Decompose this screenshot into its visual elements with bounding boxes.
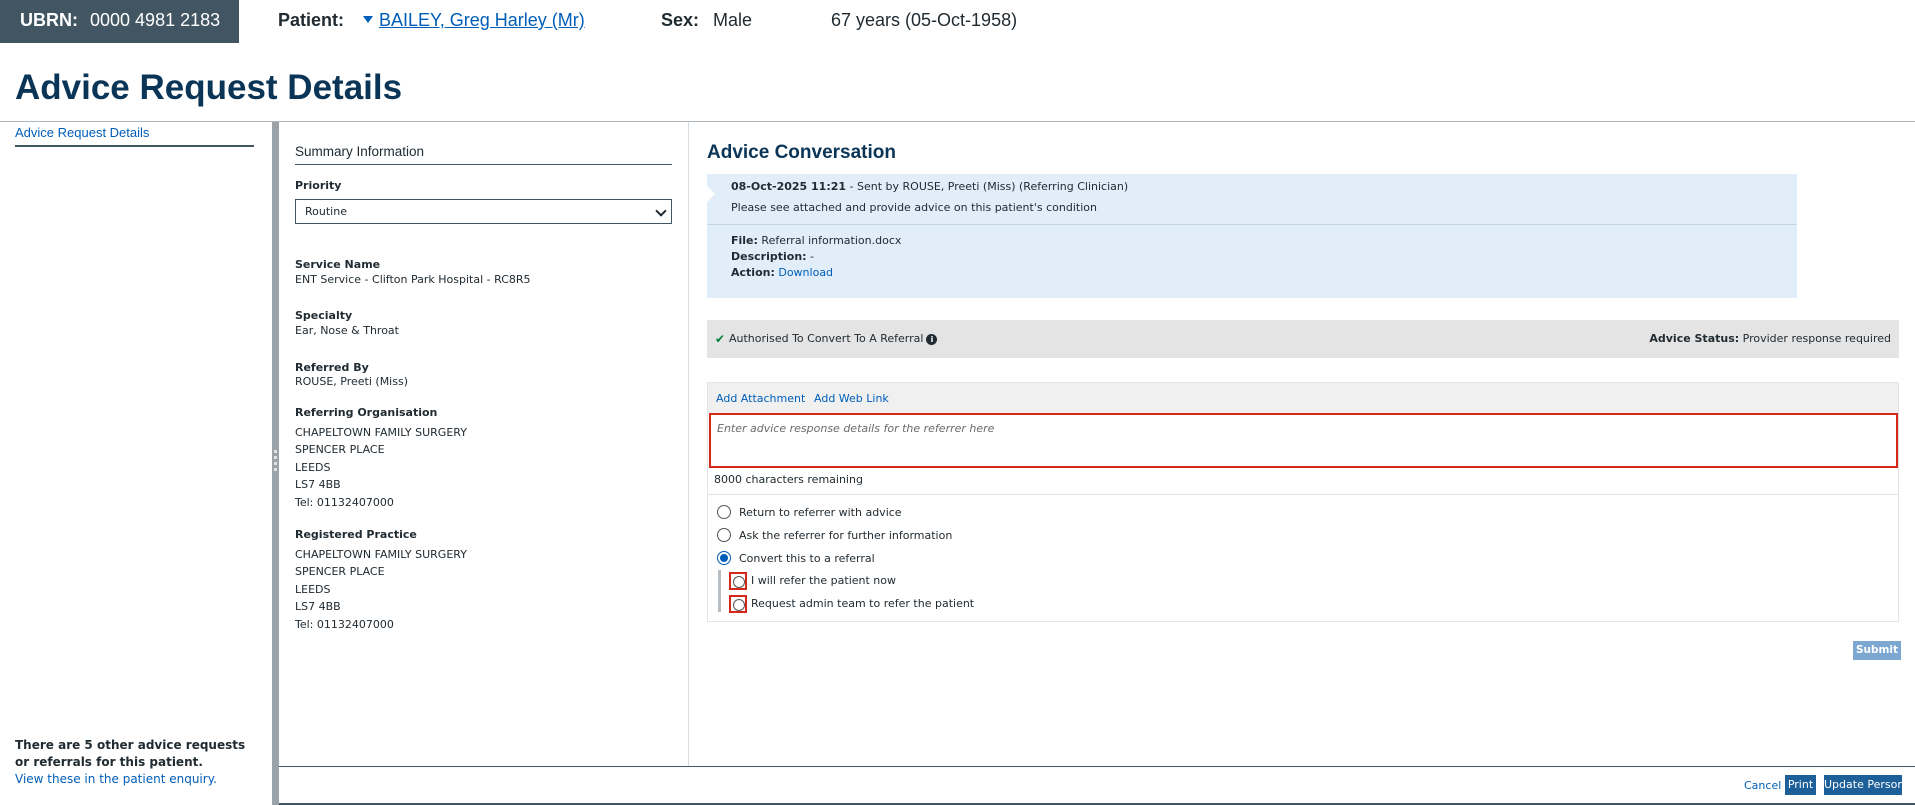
add-web-link[interactable]: Add Web Link [814, 392, 889, 405]
attachment-file: File: Referral information.docx [731, 234, 902, 247]
radio-button[interactable] [733, 576, 745, 588]
radio-button-selected[interactable] [717, 551, 731, 565]
service-name-value: ENT Service - Clifton Park Hospital - RC… [295, 273, 531, 286]
other-requests-text: There are 5 other advice requests or ref… [15, 738, 246, 769]
info-icon[interactable]: i [926, 333, 938, 345]
patient-banner: UBRN: 0000 4981 2183 Patient: BAILEY, Gre… [0, 0, 1915, 43]
nav-divider [15, 145, 254, 147]
chevron-down-icon [655, 205, 667, 217]
sex-label: Sex: [661, 10, 700, 30]
download-link[interactable]: Download [778, 266, 833, 279]
options-divider [708, 494, 1898, 495]
cancel-link[interactable]: Cancel [1744, 779, 1781, 792]
radio-error-outline[interactable] [729, 572, 747, 590]
patient-label: Patient: [278, 10, 345, 30]
advice-status: Advice Status: Provider response require… [1649, 332, 1891, 345]
add-attachment-link[interactable]: Add Attachment [716, 392, 805, 405]
ubrn-value: 0000 4981 2183 [90, 10, 221, 30]
submit-button[interactable]: Submit [1853, 641, 1901, 660]
referring-org-line: CHAPELTOWN FAMILY SURGERY [295, 426, 467, 439]
sub-option-indent-bar [718, 570, 721, 612]
footer-divider [279, 766, 1915, 767]
priority-label: Priority [295, 179, 342, 192]
radio-button[interactable] [717, 528, 731, 542]
summary-title: Summary Information [295, 144, 425, 159]
conversation-panel: Advice Conversation 08-Oct-2025 11:21 - … [690, 122, 1915, 766]
splitter-grip-icon[interactable] [274, 450, 277, 474]
specialty-label: Specialty [295, 309, 353, 322]
attachment-action: Action: Download [731, 266, 834, 279]
ubrn-label: UBRN: [20, 10, 78, 30]
summary-panel: Summary Information Priority Routine Ser… [279, 122, 689, 766]
bubble-pointer-icon [707, 186, 715, 202]
response-form: Add Attachment Add Web Link Enter advice… [707, 382, 1899, 622]
service-name-label: Service Name [295, 258, 381, 271]
radio-error-outline[interactable] [729, 595, 747, 613]
authorised-status: Authorised To Convert To A Referral i [729, 332, 938, 345]
patient-enquiry-link[interactable]: View these in the patient enquiry. [15, 772, 217, 786]
print-button[interactable]: Print [1785, 775, 1816, 795]
radio-button[interactable] [717, 505, 731, 519]
attachment-description: Description: - [731, 250, 815, 263]
status-bar: ✔ Authorised To Convert To A Referral i A… [707, 320, 1899, 358]
characters-remaining: 8000 characters remaining [714, 473, 863, 486]
page-title: Advice Request Details [15, 68, 403, 107]
patient-age: 67 years (05-Oct-1958) [831, 10, 1018, 30]
registered-practice-line: CHAPELTOWN FAMILY SURGERY [295, 548, 467, 561]
message-timestamp: 08-Oct-2025 11:21 [731, 180, 847, 193]
radio-button[interactable] [733, 599, 745, 611]
update-person-button[interactable]: Update Person [1824, 775, 1904, 795]
registered-practice-label: Registered Practice [295, 528, 417, 541]
registered-practice-line: Tel: 01132407000 [295, 618, 394, 631]
message-body: Please see attached and provide advice o… [731, 201, 1097, 214]
priority-select[interactable]: Routine [295, 199, 672, 224]
specialty-value: Ear, Nose & Throat [295, 324, 399, 337]
sex-value: Male [713, 10, 753, 30]
advice-response-textarea[interactable]: Enter advice response details for the re… [709, 413, 1898, 468]
registered-practice-line: LEEDS [295, 583, 331, 596]
caret-down-icon[interactable] [363, 15, 373, 23]
check-icon: ✔ [715, 332, 726, 346]
response-toolbar: Add Attachment Add Web Link [708, 383, 1898, 413]
message-bubble: 08-Oct-2025 11:21 - Sent by ROUSE, Preet… [707, 174, 1797, 298]
conversation-title: Advice Conversation [707, 142, 896, 163]
referring-org-label: Referring Organisation [295, 406, 438, 419]
summary-divider [295, 164, 672, 165]
nav-link-advice-request-details[interactable]: Advice Request Details [15, 125, 149, 140]
referring-org-line: LEEDS [295, 461, 331, 474]
message-header: 08-Oct-2025 11:21 - Sent by ROUSE, Preet… [731, 180, 1128, 193]
other-requests-note: There are 5 other advice requests or ref… [15, 737, 255, 788]
priority-value: Routine [305, 205, 347, 218]
referred-by-value: ROUSE, Preeti (Miss) [295, 375, 408, 388]
message-sender: - Sent by ROUSE, Preeti (Miss) (Referrin… [846, 180, 1129, 193]
referring-org-line: LS7 4BB [295, 478, 341, 491]
registered-practice-line: LS7 4BB [295, 600, 341, 613]
patient-name-link[interactable]: BAILEY, Greg Harley (Mr) [363, 10, 585, 31]
message-divider [707, 224, 1797, 225]
left-nav: Advice Request Details There are 5 other… [0, 122, 272, 805]
registered-practice-line: SPENCER PLACE [295, 565, 385, 578]
referring-org-line: Tel: 01132407000 [295, 496, 394, 509]
referring-org-line: SPENCER PLACE [295, 443, 385, 456]
ubrn-box: UBRN: 0000 4981 2183 [0, 0, 239, 43]
